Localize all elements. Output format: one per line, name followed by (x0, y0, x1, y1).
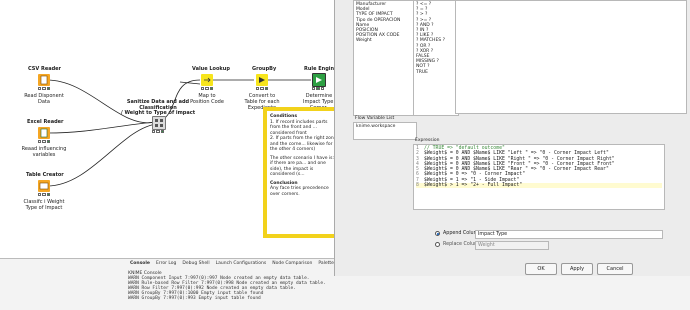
groupby-status (256, 87, 268, 90)
annotation-p3: The other scenario I have is: if there a… (270, 155, 335, 178)
column-item[interactable]: Weight (356, 38, 414, 43)
tab-console[interactable]: Console (130, 261, 150, 266)
rule-engine-dialog: Manufacturer Model TYPE OF IMPACT Tipo d… (334, 0, 690, 276)
excel-reader-label: Reaad influencing variables (21, 146, 67, 158)
apply-button[interactable]: Apply (561, 263, 593, 275)
table-creator-title: Table Creator (26, 172, 64, 178)
tab-palette[interactable]: Palette (318, 261, 334, 266)
groupby-node[interactable] (256, 74, 268, 86)
value-lookup-title: Value Lookup (192, 66, 230, 72)
code-line-current: 8 $Weight$ > 1 => "2+ - Full Impact" (416, 183, 662, 189)
function-list[interactable]: ? <= ? ? = ? ? > ? ? >= ? ? AND ? ? IN ?… (413, 0, 459, 116)
description-panel (455, 0, 687, 114)
console-output: KNIME Console WARN Component Input 7:997… (128, 271, 326, 301)
replace-column-radio[interactable] (435, 242, 440, 247)
table-icon (39, 182, 49, 190)
table-creator-node[interactable] (38, 180, 50, 192)
tab-node-comparison[interactable]: Node Comparison (272, 261, 312, 266)
csv-reader-node[interactable] (38, 74, 50, 86)
column-list[interactable]: Manufacturer Model TYPE OF IMPACT Tipo d… (353, 0, 417, 116)
rule-engine-icon (316, 77, 322, 83)
excel-reader-title: Excel Reader (27, 119, 64, 125)
rule-engine-title: Rule Engine (304, 66, 338, 72)
csv-reader-status (38, 87, 50, 90)
value-lookup-label: Map to Position Code (190, 93, 224, 105)
table-creator-status (38, 193, 50, 196)
workflow-annotation[interactable]: Conditions 1. If record includes parts f… (263, 107, 345, 238)
csv-reader-title: CSV Reader (28, 66, 62, 72)
cancel-button[interactable]: Cancel (597, 263, 633, 275)
excel-file-icon (40, 128, 48, 138)
workflow-canvas[interactable]: CSV Reader Read Disponent Data Excel Rea… (0, 0, 345, 258)
csv-reader-label: Read Disponent Data (24, 93, 64, 105)
annotation-p1: 1. If record includes parts from the fro… (270, 119, 328, 136)
value-lookup-node[interactable] (201, 74, 213, 86)
flow-variable-item[interactable]: knime.workspace (356, 124, 414, 129)
sanitize-status (152, 130, 164, 133)
expression-editor[interactable]: 1// TRUE => "default outcome" 2 $Weight$ … (413, 144, 665, 210)
flow-variable-list[interactable]: knime.workspace (353, 122, 417, 140)
tab-error-log[interactable]: Error Log (156, 261, 176, 266)
replace-column-select[interactable]: Weight (475, 241, 549, 250)
annotation-p2: 2. If parts from the right zone and the … (270, 136, 337, 152)
groupby-title: GroupBy (252, 66, 277, 72)
component-icon (155, 119, 163, 127)
rule-engine-status (312, 87, 324, 90)
lookup-arrow-icon (204, 77, 211, 83)
sanitize-component-node[interactable] (152, 116, 166, 130)
flow-variable-label: Flow Variable List (355, 116, 395, 121)
function-item[interactable]: TRUE (416, 70, 456, 75)
excel-reader-node[interactable] (38, 127, 50, 139)
table-creator-label: Classifc i Weight Type of Impact (23, 199, 65, 211)
tab-debug-shell[interactable]: Debug Shell (182, 261, 209, 266)
csv-file-icon (40, 75, 48, 85)
append-column-radio[interactable] (435, 231, 440, 236)
groupby-icon (259, 77, 265, 83)
expression-label: Expression (415, 138, 440, 143)
annotation-conclusion: Any face tries precedence over corners. (270, 186, 329, 197)
value-lookup-status (201, 87, 213, 90)
append-column-input[interactable]: Impact Type (475, 230, 663, 239)
ok-button[interactable]: OK (525, 263, 557, 275)
console-line: WARN GroupBy 7:997(0):993 Empty input ta… (128, 296, 261, 301)
excel-reader-status (38, 140, 50, 143)
rule-engine-node[interactable] (312, 73, 326, 87)
tab-launch-configurations[interactable]: Launch Configurations (216, 261, 267, 266)
